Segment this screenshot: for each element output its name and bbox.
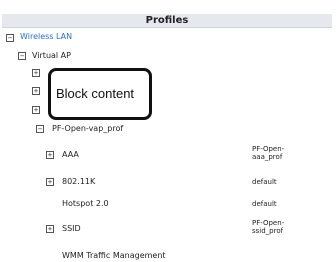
tree-item-virtual-ap[interactable]: Virtual AP	[32, 51, 71, 61]
expand-icon[interactable]: +	[32, 106, 40, 114]
802-11k-value: default	[252, 178, 277, 186]
ssid-value-line1: PF-Open-	[252, 219, 285, 227]
callout-label: Block content	[56, 86, 135, 101]
aaa-value: PF-Open- aaa_prof	[252, 145, 284, 161]
collapse-icon[interactable]: −	[6, 34, 14, 42]
panel-title: Profiles	[2, 14, 332, 28]
expand-icon[interactable]: +	[46, 225, 54, 233]
profiles-panel: Profiles − Wireless LAN − Virtual AP + +…	[0, 0, 336, 262]
hotspot-value: default	[252, 200, 277, 208]
ssid-value-line2: ssid_prof	[252, 227, 284, 235]
tree-item-ssid[interactable]: SSID	[62, 224, 81, 234]
tree-item-wireless-lan[interactable]: Wireless LAN	[20, 32, 72, 42]
expand-icon[interactable]: +	[32, 69, 40, 77]
collapse-icon[interactable]: −	[18, 52, 26, 60]
tree-item-wmm[interactable]: WMM Traffic Management	[62, 251, 166, 261]
tree-item-aaa[interactable]: AAA	[62, 150, 79, 160]
aaa-value-line2: aaa_prof	[252, 153, 283, 161]
aaa-value-line1: PF-Open-	[252, 145, 285, 153]
expand-icon[interactable]: +	[32, 87, 40, 95]
tree-item-vap-profile[interactable]: PF-Open-vap_prof	[52, 124, 123, 134]
collapse-icon[interactable]: −	[36, 125, 44, 133]
tree-item-802-11k[interactable]: 802.11K	[62, 177, 95, 187]
ssid-value: PF-Open- ssid_prof	[252, 219, 284, 235]
expand-icon[interactable]: +	[46, 178, 54, 186]
tree-item-hotspot[interactable]: Hotspot 2.0	[62, 199, 109, 209]
expand-icon[interactable]: +	[46, 151, 54, 159]
